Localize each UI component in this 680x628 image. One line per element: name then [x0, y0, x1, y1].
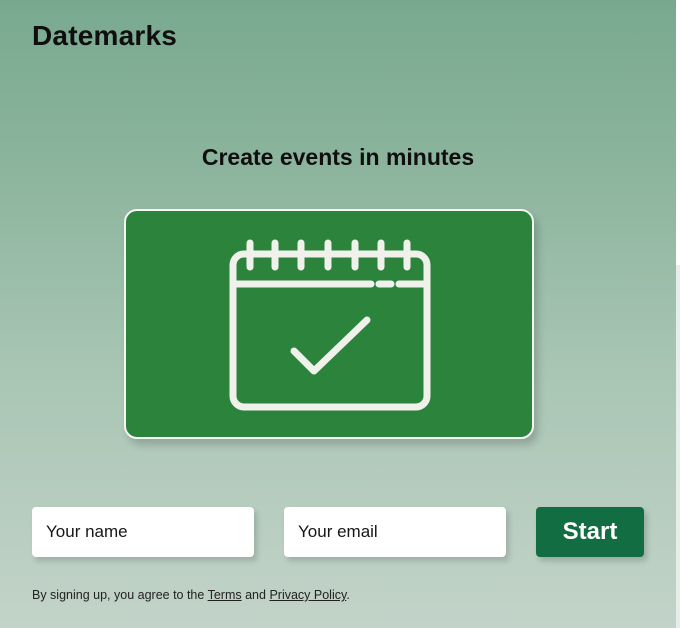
hero-illustration-card [124, 209, 534, 439]
calendar-check-icon [229, 239, 431, 411]
name-input[interactable] [32, 507, 254, 557]
brand-title: Datemarks [32, 20, 177, 51]
scrollbar-thumb[interactable] [676, 0, 680, 265]
terms-link[interactable]: Terms [208, 588, 242, 602]
page-headline: Create events in minutes [201, 144, 475, 170]
email-input[interactable] [284, 507, 506, 557]
legal-conjunction-text: and [241, 588, 270, 602]
legal-notice: By signing up, you agree to the Terms an… [32, 588, 350, 602]
page-scrollbar[interactable] [676, 0, 680, 628]
legal-suffix-text: . [346, 588, 350, 602]
start-button[interactable]: Start [536, 507, 644, 557]
legal-prefix-text: By signing up, you agree to the [32, 588, 208, 602]
privacy-policy-link[interactable]: Privacy Policy [269, 588, 346, 602]
